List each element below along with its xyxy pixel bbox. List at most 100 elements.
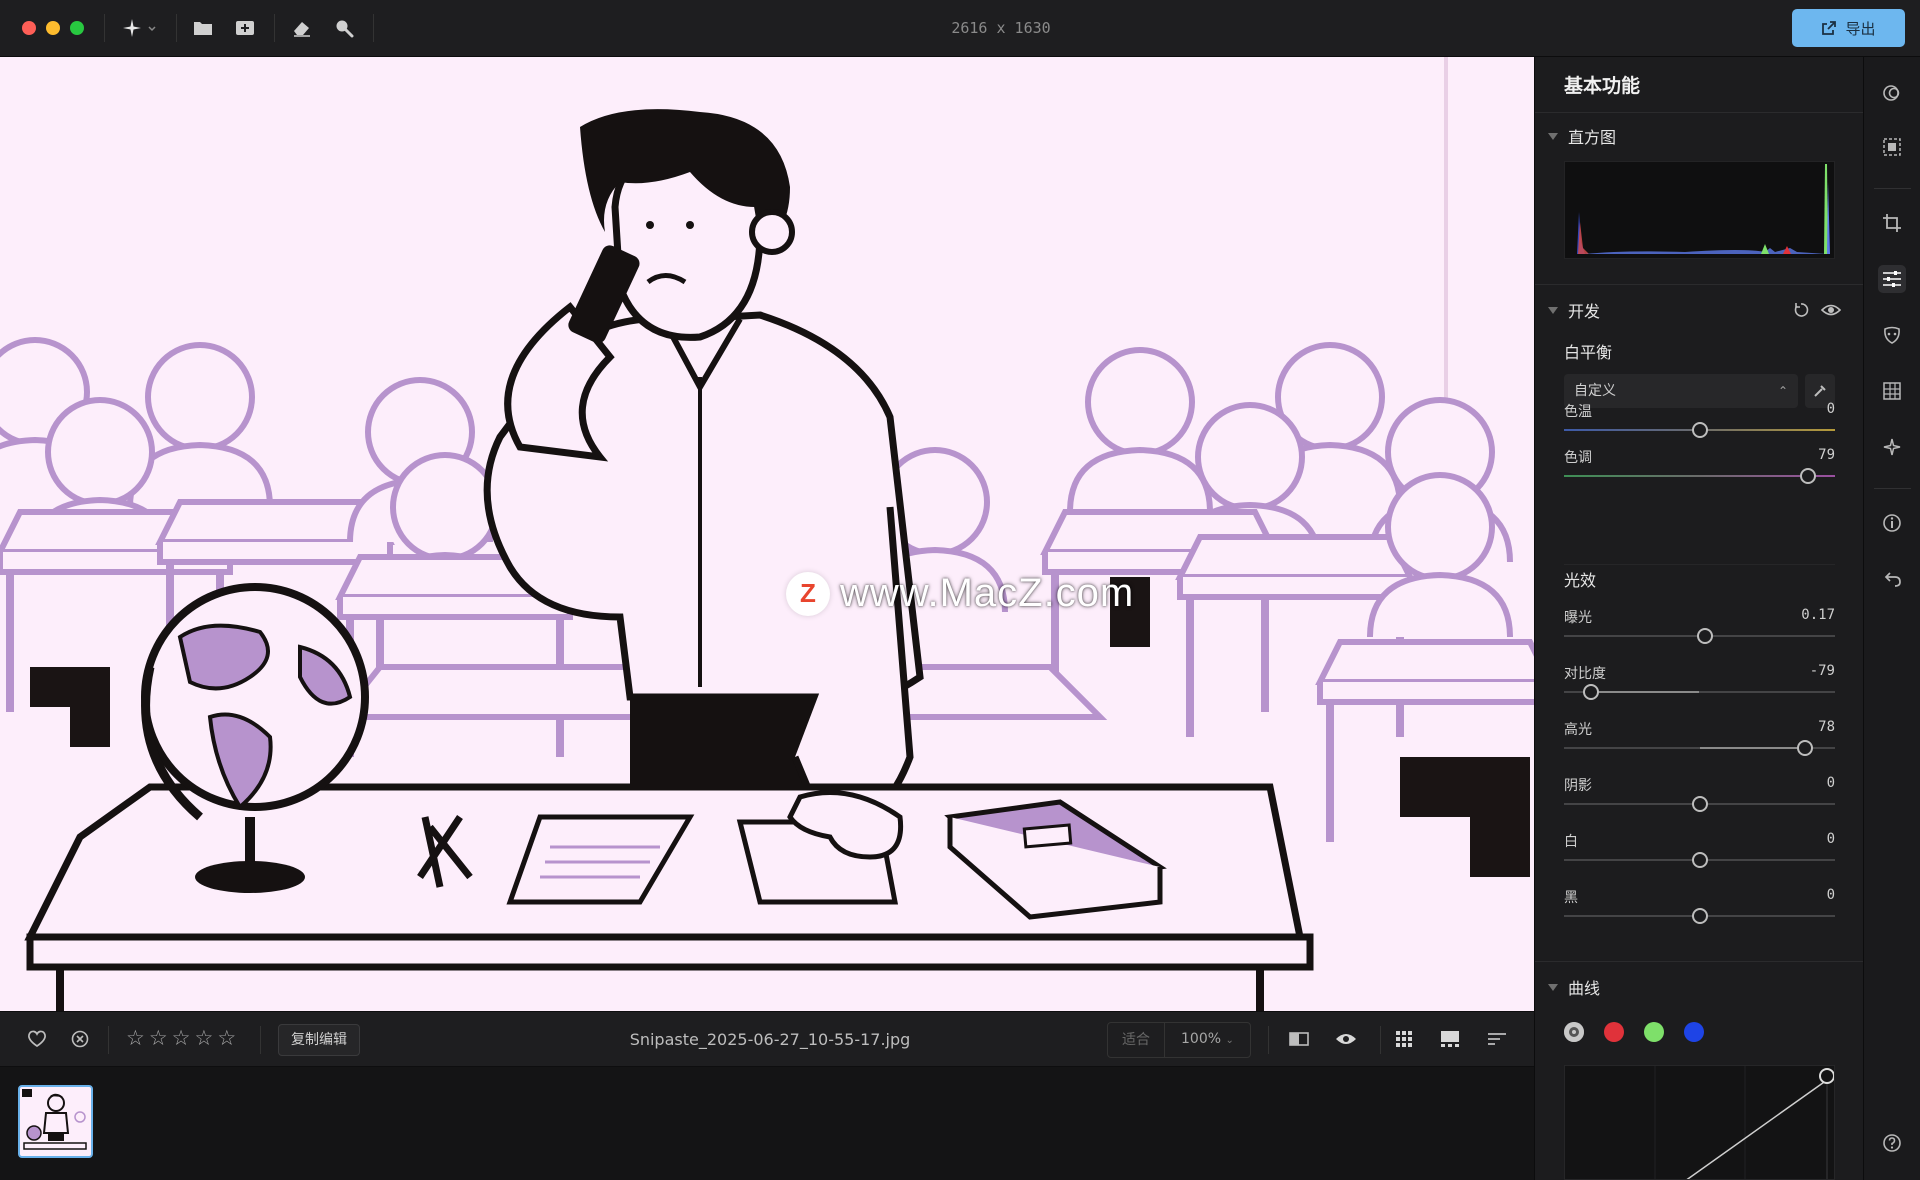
slider-label: 黑 xyxy=(1564,890,1578,906)
preview-button[interactable] xyxy=(1333,1026,1359,1052)
collapse-caret-icon xyxy=(1548,983,1558,991)
compare-split-icon xyxy=(1289,1032,1309,1046)
filmstrip-icon xyxy=(1441,1031,1459,1047)
heart-icon xyxy=(28,1030,46,1048)
compare-button[interactable] xyxy=(1286,1026,1312,1052)
develop-section-header[interactable]: 开发 xyxy=(1548,298,1600,322)
zoom-level-dropdown[interactable]: 100% ⌄ xyxy=(1165,1022,1250,1058)
title-bar: 2616 x 1630 导出 xyxy=(0,0,1920,57)
slider-0[interactable]: 曝光 0.17 xyxy=(1564,607,1835,657)
filmstrip xyxy=(0,1067,1534,1180)
reject-button[interactable] xyxy=(67,1026,93,1052)
divider xyxy=(260,1026,261,1054)
slider-1[interactable]: 对比度 -79 xyxy=(1564,663,1835,713)
slider-label: 白 xyxy=(1564,834,1578,850)
slider-5[interactable]: 黑0 xyxy=(1564,887,1835,937)
slider-knob[interactable] xyxy=(1799,468,1816,484)
slider-2[interactable]: 高光 78 xyxy=(1564,719,1835,769)
white-balance-title: 白平衡 xyxy=(1564,343,1613,362)
curves-section-header[interactable]: 曲线 xyxy=(1548,975,1600,999)
histogram xyxy=(1564,161,1835,259)
copy-edits-button[interactable]: 复制编辑 xyxy=(278,1024,360,1056)
favorite-button[interactable] xyxy=(24,1026,50,1052)
divider xyxy=(1268,1026,1269,1054)
curve-graph xyxy=(1654,1066,1834,1179)
star-3[interactable]: ☆ xyxy=(172,1026,191,1050)
slider-label: 对比度 xyxy=(1564,666,1606,682)
star-4[interactable]: ☆ xyxy=(194,1026,213,1050)
masks-icon[interactable] xyxy=(1878,79,1906,107)
slider-knob[interactable] xyxy=(1691,796,1708,812)
slider-value: 79 xyxy=(1818,447,1835,463)
star-5[interactable]: ☆ xyxy=(217,1026,236,1050)
export-icon xyxy=(1822,21,1837,35)
slider-0[interactable]: 色温 0 xyxy=(1564,401,1835,451)
curve-editor[interactable] xyxy=(1564,1065,1835,1180)
slider-value: -79 xyxy=(1809,663,1835,679)
green-channel-button[interactable] xyxy=(1644,1022,1664,1042)
collapse-caret-icon xyxy=(1548,306,1558,314)
grid-icon[interactable] xyxy=(1878,377,1906,405)
slider-3[interactable]: 阴影 0 xyxy=(1564,775,1835,825)
slider-knob[interactable] xyxy=(1691,908,1708,924)
star-rating[interactable]: ☆ ☆ ☆ ☆ ☆ xyxy=(126,1026,236,1050)
star-2[interactable]: ☆ xyxy=(149,1026,168,1050)
divider xyxy=(1874,188,1911,189)
divider xyxy=(1874,488,1911,489)
rgb-channel-button[interactable] xyxy=(1564,1022,1584,1042)
tool-rail xyxy=(1863,57,1920,1180)
bottom-toolbar: ☆ ☆ ☆ ☆ ☆ 复制编辑 Snipaste_2025-06-27_10-55… xyxy=(0,1011,1534,1067)
watermark-text: www.MacZ.com xyxy=(840,571,1135,615)
slider-1[interactable]: 色调 79 xyxy=(1564,447,1835,497)
histogram-section-header[interactable]: 直方图 xyxy=(1548,124,1616,148)
slider-value: 0.17 xyxy=(1801,607,1835,623)
blue-channel-button[interactable] xyxy=(1684,1022,1704,1042)
info-icon[interactable] xyxy=(1878,509,1906,537)
light-title: 光效 xyxy=(1564,571,1597,590)
red-channel-button[interactable] xyxy=(1604,1022,1624,1042)
sort-button[interactable] xyxy=(1484,1026,1510,1052)
curves-label: 曲线 xyxy=(1568,979,1601,998)
slider-label: 色调 xyxy=(1564,450,1592,466)
eye-icon xyxy=(1336,1034,1356,1044)
zoom-fit-button[interactable]: 适合 xyxy=(1108,1023,1165,1057)
slider-fill xyxy=(1700,475,1808,477)
divider xyxy=(1535,961,1864,962)
visibility-eye-icon[interactable] xyxy=(1821,302,1841,318)
classroom-illustration xyxy=(0,57,1534,1011)
filmstrip-view-button[interactable] xyxy=(1437,1026,1463,1052)
undo-history-icon[interactable] xyxy=(1878,565,1906,593)
divider xyxy=(1564,564,1835,565)
file-name: Snipaste_2025-06-27_10-55-17.jpg xyxy=(629,1030,911,1049)
export-button[interactable]: 导出 xyxy=(1792,9,1905,47)
chevron-down-icon: ⌄ xyxy=(1225,1035,1234,1046)
slider-4[interactable]: 白0 xyxy=(1564,831,1835,881)
slider-knob[interactable] xyxy=(1691,422,1708,438)
portrait-icon[interactable] xyxy=(1878,321,1906,349)
histogram-graph xyxy=(1577,164,1830,254)
magic-icon[interactable] xyxy=(1878,433,1906,461)
slider-value: 0 xyxy=(1826,401,1835,417)
crop-icon[interactable] xyxy=(1878,209,1906,237)
slider-knob[interactable] xyxy=(1583,684,1600,700)
eyedropper-icon xyxy=(1814,385,1826,397)
image-canvas[interactable]: Z www.MacZ.com xyxy=(0,57,1534,1011)
thumbnail[interactable] xyxy=(18,1085,93,1158)
select-subject-icon[interactable] xyxy=(1878,133,1906,161)
adjust-sliders-icon[interactable] xyxy=(1878,265,1906,293)
slider-knob[interactable] xyxy=(1696,628,1713,644)
slider-fill xyxy=(1699,747,1806,749)
grid-view-button[interactable] xyxy=(1391,1026,1417,1052)
star-1[interactable]: ☆ xyxy=(126,1026,145,1050)
slider-knob[interactable] xyxy=(1691,852,1708,868)
divider xyxy=(1535,284,1864,285)
slider-knob[interactable] xyxy=(1797,740,1814,756)
reset-icon[interactable] xyxy=(1793,302,1809,318)
help-icon[interactable] xyxy=(1878,1129,1906,1157)
divider xyxy=(1535,112,1864,113)
thumbnail-preview xyxy=(22,1089,87,1150)
slider-label: 色温 xyxy=(1564,404,1592,420)
collapse-caret-icon xyxy=(1548,132,1558,140)
divider xyxy=(1380,1026,1381,1054)
reject-circle-icon xyxy=(71,1030,89,1048)
